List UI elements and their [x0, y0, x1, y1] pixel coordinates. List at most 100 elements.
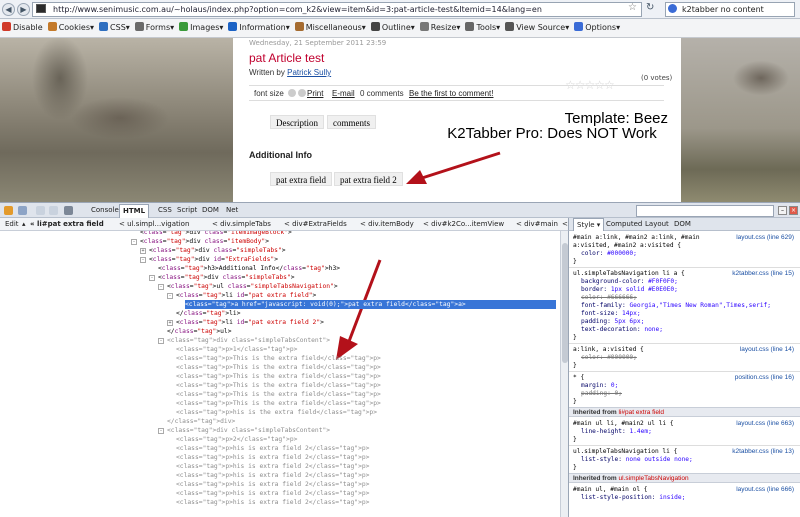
breadcrumb-item[interactable]: < ul.simpl...vigation	[119, 218, 189, 230]
collapse-toggle-icon[interactable]: -	[149, 275, 155, 281]
side-tab-computed[interactable]: Computed	[603, 218, 645, 230]
forward-arrow-icon[interactable]	[49, 206, 58, 215]
expand-toggle-icon[interactable]: +	[167, 320, 173, 326]
toolbar-information-menu[interactable]: Information▾	[226, 19, 292, 38]
html-tree-line[interactable]: <class="tag">p>his is extra field 2</cla…	[176, 462, 369, 471]
toolbar-disable-menu[interactable]: Disable	[0, 19, 46, 38]
css-property[interactable]: padding: 0;	[581, 390, 622, 398]
selected-html-node[interactable]: <class="tag">a href="javascript: void(0)…	[185, 300, 556, 309]
article-title[interactable]: pat Article test	[249, 51, 324, 65]
css-property[interactable]: padding: 5px 6px;	[581, 318, 644, 326]
tab-html[interactable]: HTML	[119, 204, 150, 218]
css-source-link[interactable]: layout.css (line 629)	[736, 234, 794, 242]
html-tree-line[interactable]: </class="tag">div>	[167, 417, 235, 426]
html-tree-line[interactable]: <class="tag">p>his is the extra field</c…	[176, 408, 377, 417]
collapse-toggle-icon[interactable]: -	[131, 239, 137, 245]
css-source-link[interactable]: layout.css (line 14)	[740, 346, 794, 354]
breadcrumb-item[interactable]: < div#main	[516, 218, 558, 230]
css-property-value[interactable]: 1.4em;	[629, 428, 651, 435]
html-panel-scrollbar[interactable]	[560, 231, 568, 517]
css-property-value[interactable]: 14px;	[622, 310, 641, 317]
breadcrumb-item[interactable]: « li#pat extra field	[30, 218, 104, 230]
tab-css[interactable]: CSS	[155, 204, 175, 218]
tab-script[interactable]: Script	[174, 204, 200, 218]
html-tree-line[interactable]: + <class="tag">div class="simpleTabs">	[140, 246, 286, 255]
font-decrease-icon[interactable]	[288, 89, 297, 97]
minimize-button[interactable]: –	[778, 206, 787, 215]
toolbar-cookies-menu[interactable]: Cookies▾	[46, 19, 97, 38]
html-tree-line[interactable]: - <class="tag">div class="simpleTabs">	[149, 273, 295, 282]
css-rule-close[interactable]: }	[573, 436, 577, 444]
css-selector[interactable]: a:link, a:visited {	[573, 346, 723, 354]
tab-dom[interactable]: DOM	[199, 204, 222, 218]
collapse-toggle-icon[interactable]: -	[158, 284, 164, 290]
html-tree-line[interactable]: + <class="tag">li id="pat extra field 2">	[167, 318, 324, 327]
css-property[interactable]: font-family: Georgia,"Times New Roman",T…	[581, 302, 771, 310]
html-tree-line[interactable]: - <class="tag">div class="simpleTabsConte…	[158, 336, 330, 345]
toolbar-css-menu[interactable]: CSS▾	[97, 19, 133, 38]
css-property-value[interactable]: none outside none;	[626, 456, 693, 463]
css-property-value[interactable]: #000000;	[607, 354, 637, 361]
html-tree-line[interactable]: <class="tag">p>his is extra field 2</cla…	[176, 453, 369, 462]
html-tree-line[interactable]: <class="tag">p>This is the extra field</…	[176, 390, 381, 399]
html-tree-line[interactable]: <class="tag">p>This is the extra field</…	[176, 372, 381, 381]
css-selector[interactable]: a:visited, #main2 a:visited {	[573, 242, 681, 250]
css-selector[interactable]: #main ul, #main ol {	[573, 486, 723, 494]
back-button[interactable]: ◀	[2, 3, 15, 16]
html-tree-line[interactable]: <class="tag">p>his is extra field 2</cla…	[176, 471, 369, 480]
css-property-value[interactable]: #000000;	[607, 250, 637, 257]
css-property-value[interactable]: none;	[644, 326, 663, 333]
html-tree-line[interactable]: - <class="tag">li id="pat extra field">	[167, 291, 316, 300]
collapse-toggle-icon[interactable]: -	[158, 428, 164, 434]
inherited-target-link[interactable]: ul.simpleTabsNavigation	[619, 475, 689, 482]
css-property-value[interactable]: 0;	[611, 382, 618, 389]
side-tab-dom[interactable]: DOM	[671, 218, 694, 230]
css-property-value[interactable]: inside;	[659, 494, 685, 501]
bookmark-star-icon[interactable]: ☆	[628, 2, 637, 13]
tab-pat-extra-field[interactable]: pat extra field	[270, 172, 332, 186]
css-property-value[interactable]: 0;	[615, 390, 622, 397]
css-source-link[interactable]: layout.css (line 666)	[736, 486, 794, 494]
tab-pat-extra-field-2[interactable]: pat extra field 2	[334, 172, 403, 186]
inspect-icon[interactable]	[18, 206, 27, 215]
print-link[interactable]: Print	[307, 86, 323, 101]
inherited-target-link[interactable]: li#pat extra field	[619, 409, 665, 416]
css-property-value[interactable]: Georgia,"Times New Roman",Times,serif;	[629, 302, 771, 309]
collapse-toggle-icon[interactable]: -	[167, 293, 173, 299]
css-property[interactable]: list-style: none outside none;	[581, 456, 693, 464]
toolbar-tools-menu[interactable]: Tools▾	[463, 19, 503, 38]
css-property[interactable]: list-style-position: inside;	[581, 494, 685, 502]
css-selector[interactable]: #main ul li, #main2 ul li {	[573, 420, 723, 428]
breadcrumb-item[interactable]: < div#ExtraFields	[284, 218, 347, 230]
toolbar-images-menu[interactable]: Images▾	[177, 19, 226, 38]
css-rule-close[interactable]: }	[573, 464, 577, 472]
css-property[interactable]: color: #000000;	[581, 354, 637, 362]
css-property[interactable]: color: #666666;	[581, 294, 637, 302]
tab-net[interactable]: Net	[223, 204, 241, 218]
breadcrumb-item[interactable]: < div#k2Co...itemView	[423, 218, 504, 230]
html-tree-line[interactable]: <class="tag">p>2</class="tag">p>	[176, 435, 297, 444]
toolbar-view-source-menu[interactable]: View Source▾	[503, 19, 572, 38]
css-rule-close[interactable]: }	[573, 362, 577, 370]
tab-description[interactable]: Description	[270, 115, 324, 129]
email-link[interactable]: E-mail	[332, 86, 355, 101]
css-property-value[interactable]: 1px solid #E0E0E0;	[611, 286, 678, 293]
firebug-search-input[interactable]	[636, 205, 774, 217]
breadcrumb-item[interactable]: < div.itemBody	[360, 218, 414, 230]
first-comment-link[interactable]: Be the first to comment!	[409, 86, 493, 101]
back-arrow-icon[interactable]	[36, 206, 45, 215]
html-tree-line[interactable]: - <class="tag">div class="simpleTabsConte…	[158, 426, 330, 435]
html-tree-line[interactable]: <class="tag">p>his is extra field 2</cla…	[176, 444, 369, 453]
css-property[interactable]: text-decoration: none;	[581, 326, 663, 334]
toolbar-outline-menu[interactable]: Outline▾	[369, 19, 418, 38]
html-tree-line[interactable]: <class="tag">p>This is the extra field</…	[176, 363, 381, 372]
breadcrumb-item[interactable]: < div.simpleTabs	[212, 218, 271, 230]
css-property[interactable]: border: 1px solid #E0E0E0;	[581, 286, 678, 294]
css-source-link[interactable]: layout.css (line 663)	[736, 420, 794, 428]
css-rule-close[interactable]: }	[573, 258, 577, 266]
firebug-icon[interactable]	[4, 206, 13, 215]
menu-icon[interactable]	[64, 206, 73, 215]
toolbar-resize-menu[interactable]: Resize▾	[418, 19, 464, 38]
forward-button[interactable]: ▶	[17, 3, 30, 16]
css-property-value[interactable]: #F0F0F0;	[648, 278, 678, 285]
